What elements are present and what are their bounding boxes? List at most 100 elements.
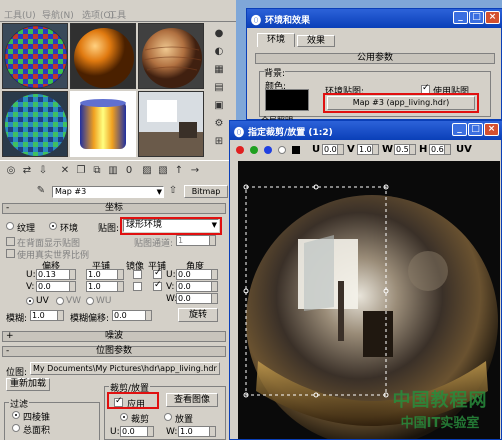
- put-to-library-icon[interactable]: ▥: [106, 164, 120, 178]
- assign-material-icon[interactable]: ⇩: [36, 164, 50, 178]
- u-tile-checkbox[interactable]: [153, 268, 162, 279]
- collapse-icon: -: [6, 203, 10, 213]
- common-params-header[interactable]: 公用参数: [255, 53, 495, 64]
- copy-material-icon[interactable]: ❐: [74, 164, 88, 178]
- green-channel-icon[interactable]: [250, 146, 258, 154]
- make-unique-icon[interactable]: ⧉: [90, 164, 104, 178]
- background-label: 背景:: [264, 66, 286, 79]
- rotate-button[interactable]: 旋转: [178, 308, 218, 322]
- minimize-icon[interactable]: _: [453, 11, 468, 24]
- u-mirror-checkbox[interactable]: [133, 270, 142, 279]
- v-tiling-spinner[interactable]: 1.0: [86, 281, 124, 292]
- crop-radio[interactable]: [120, 413, 128, 421]
- blue-channel-icon[interactable]: [264, 146, 272, 154]
- backlight-icon[interactable]: ◐: [212, 45, 226, 59]
- sample-slot-4[interactable]: [2, 91, 68, 157]
- blur-spinner[interactable]: 1.0: [30, 310, 64, 321]
- select-by-material-icon[interactable]: ⊞: [212, 135, 226, 149]
- main-toolbar: ◎ ⇄ ⇩ ✕ ❐ ⧉ ▥ 0 ▨ ▧ ↑ →: [0, 160, 236, 182]
- bitmap-path-button[interactable]: My Documents\My Pictures\hdr\app_living.…: [30, 362, 220, 375]
- real-world-checkbox[interactable]: [6, 249, 15, 258]
- crop-w-spinner[interactable]: 1.0: [178, 426, 216, 437]
- crop-w-value[interactable]: 0.5: [394, 144, 416, 155]
- u-label: U:: [26, 270, 36, 280]
- crop-window-title: 指定裁剪/放置 (1:2): [248, 128, 333, 138]
- put-to-scene-icon[interactable]: ⇄: [20, 164, 34, 178]
- options-icon[interactable]: ⚙: [212, 117, 226, 131]
- vw-label: VW: [66, 296, 82, 306]
- lock-icon[interactable]: ⇧: [166, 184, 180, 198]
- sample-slot-6[interactable]: [138, 91, 204, 157]
- minimize-icon[interactable]: _: [452, 123, 467, 136]
- summed-radio[interactable]: [12, 424, 20, 432]
- texture-radio[interactable]: [6, 222, 14, 230]
- show-bg-checkbox[interactable]: [6, 237, 15, 246]
- sample-slot-1[interactable]: [2, 23, 68, 89]
- crop-v-value[interactable]: 1.0: [357, 144, 379, 155]
- go-sibling-icon[interactable]: →: [188, 164, 202, 178]
- effects-channel-icon[interactable]: 0: [122, 164, 136, 178]
- noise-rollout-header[interactable]: + 噪波: [2, 331, 226, 342]
- background-color-swatch[interactable]: [265, 89, 309, 111]
- maximize-icon[interactable]: □: [468, 123, 483, 136]
- close-icon[interactable]: ×: [484, 123, 499, 136]
- map-name-field[interactable]: Map #3 ▼: [52, 186, 164, 198]
- background-icon[interactable]: ▦: [212, 63, 226, 77]
- u-offset-spinner[interactable]: 0.13: [36, 269, 76, 280]
- environ-radio[interactable]: [49, 222, 57, 230]
- glow-cylinder: [80, 99, 126, 149]
- red-channel-icon[interactable]: [236, 146, 244, 154]
- sample-slot-3[interactable]: [138, 23, 204, 89]
- uv-toggle[interactable]: UV: [456, 144, 472, 155]
- show-end-result-icon[interactable]: ▧: [156, 164, 170, 178]
- coord-rollout-header[interactable]: - 坐标: [2, 203, 226, 214]
- rotate-label: 旋转: [188, 310, 207, 320]
- sample-slot-5[interactable]: [70, 91, 136, 157]
- crop-u-value[interactable]: 0.0: [322, 144, 344, 155]
- view-image-label: 查看图像: [173, 395, 210, 405]
- vw-radio[interactable]: [56, 297, 64, 305]
- view-image-button[interactable]: 查看图像: [166, 393, 218, 407]
- tab-effects[interactable]: 效果: [297, 35, 335, 47]
- reset-map-icon[interactable]: ✕: [58, 164, 72, 178]
- wu-radio[interactable]: [86, 297, 94, 305]
- blur-offset-spinner[interactable]: 0.0: [112, 310, 152, 321]
- place-radio[interactable]: [164, 413, 172, 421]
- go-parent-icon[interactable]: ↑: [172, 164, 186, 178]
- v-mirror-checkbox[interactable]: [133, 282, 142, 291]
- pick-material-icon[interactable]: ✎: [34, 184, 48, 198]
- v-offset-spinner[interactable]: 0.0: [36, 281, 76, 292]
- u-angle-label: U:: [166, 270, 176, 280]
- crop-h-value[interactable]: 0.6: [429, 144, 451, 155]
- get-material-icon[interactable]: ◎: [4, 164, 18, 178]
- video-check-icon[interactable]: ▣: [212, 99, 226, 113]
- crop-v-label: V: [347, 144, 355, 155]
- sample-slot-2[interactable]: [70, 23, 136, 89]
- reload-button[interactable]: 重新加载: [6, 378, 50, 391]
- chevron-down-icon[interactable]: ▼: [157, 187, 162, 197]
- w-angle-spinner[interactable]: 0.0: [176, 293, 218, 304]
- map-type-button[interactable]: Bitmap: [184, 185, 228, 198]
- menu-item-nav[interactable]: 导航(N): [42, 8, 74, 21]
- crop-u-spinner[interactable]: 0.0: [120, 426, 154, 437]
- uv-label: UV: [36, 296, 49, 306]
- black-channel-icon[interactable]: [292, 146, 300, 154]
- v-angle-spinner[interactable]: 0.0: [176, 281, 218, 292]
- tab-env[interactable]: 环境: [257, 33, 295, 47]
- uv-tiling-icon[interactable]: ▤: [212, 81, 226, 95]
- v-tile-checkbox[interactable]: [153, 280, 162, 291]
- mono-channel-icon[interactable]: [278, 146, 286, 154]
- quad-radio[interactable]: [12, 411, 20, 419]
- maximize-icon[interactable]: □: [469, 11, 484, 24]
- bitmap-rollout-header[interactable]: - 位图参数: [2, 346, 226, 357]
- u-tiling-spinner[interactable]: 1.0: [86, 269, 124, 280]
- close-icon[interactable]: ×: [485, 11, 500, 24]
- env-map-highlight: [323, 93, 479, 113]
- show-map-icon[interactable]: ▨: [140, 164, 154, 178]
- sample-type-icon[interactable]: ●: [212, 27, 226, 41]
- menu-item-tools[interactable]: 工具(U): [4, 8, 36, 21]
- u-angle-spinner[interactable]: 0.0: [176, 269, 218, 280]
- menu-item-utilities[interactable]: 工具: [108, 8, 126, 21]
- uv-radio[interactable]: [26, 297, 34, 305]
- map-channel-spinner[interactable]: 1: [176, 235, 216, 246]
